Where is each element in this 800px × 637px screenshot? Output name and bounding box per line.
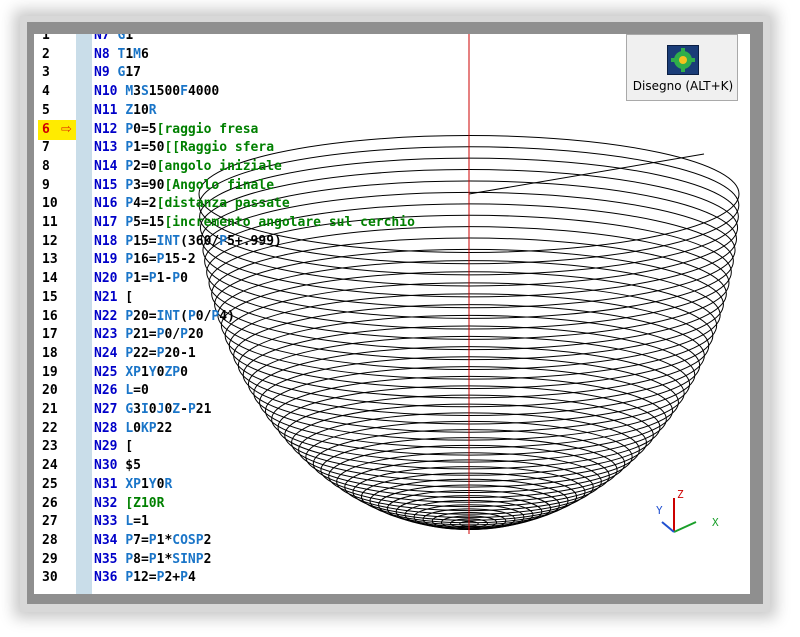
code-line[interactable]: N25 XP1Y0ZP0: [94, 363, 188, 383]
code-line[interactable]: N32 [Z10R: [94, 494, 164, 514]
code-line[interactable]: N15 P3=90[Angolo finale: [94, 176, 274, 196]
code-line[interactable]: N17 P5=15[incremento angolare sul cerchi…: [94, 213, 415, 233]
code-line[interactable]: N27 G3I0J0Z-P21: [94, 400, 211, 420]
code-line[interactable]: N36 P12=P2+P4: [94, 568, 196, 588]
toolpath-start-segment: [468, 153, 705, 195]
code-line[interactable]: N19 P16=P15-2: [94, 250, 196, 270]
code-line[interactable]: N26 L=0: [94, 381, 149, 401]
code-line[interactable]: N16 P4=2[distanza passate: [94, 194, 290, 214]
z-axis-label: Z: [677, 488, 684, 501]
code-line[interactable]: N29 [: [94, 437, 133, 457]
code-line[interactable]: N24 P22=P20-1: [94, 344, 196, 364]
disegno-button-label: Disegno (ALT+K): [632, 79, 734, 93]
code-line[interactable]: N34 P7=P1*COSP2: [94, 531, 211, 551]
gear-render-icon: [667, 45, 699, 75]
code-line[interactable]: N20 P1=P1-P0: [94, 269, 188, 289]
code-line[interactable]: N31 XP1Y0R: [94, 475, 172, 495]
code-line[interactable]: N14 P2=0[angolo iniziale: [94, 157, 282, 177]
code-line[interactable]: N30 $5: [94, 456, 141, 476]
cnc-editor-viewport[interactable]: 1 2 3 4 5 6 ⇨ 7 8 9 10 11 12 13 14 15 16 17 18 19 20 21 22 23 24…: [34, 34, 750, 594]
code-line[interactable]: N22 P20=INT(P0/P4): [94, 307, 235, 327]
code-line[interactable]: N13 P1=50[[Raggio sfera: [94, 138, 274, 158]
code-line[interactable]: N18 P15=INT(360/P5+.999): [94, 232, 282, 252]
y-axis-label: Y: [656, 504, 663, 517]
code-line[interactable]: N9 G17: [94, 63, 141, 83]
disegno-button[interactable]: Disegno (ALT+K): [626, 34, 738, 101]
code-line[interactable]: N28 L0KP22: [94, 419, 172, 439]
code-line[interactable]: N8 T1M6: [94, 45, 149, 65]
code-line[interactable]: N10 M3S1500F4000: [94, 82, 219, 102]
code-line[interactable]: N35 P8=P1*SINP2: [94, 550, 211, 570]
x-axis-label: X: [712, 516, 719, 529]
code-line[interactable]: N23 P21=P0/P20: [94, 325, 204, 345]
code-line[interactable]: N21 [: [94, 288, 133, 308]
code-line[interactable]: N11 Z10R: [94, 101, 157, 121]
code-line[interactable]: N33 L=1: [94, 512, 149, 532]
code-line[interactable]: N12 P0=5[raggio fresa: [94, 120, 258, 140]
